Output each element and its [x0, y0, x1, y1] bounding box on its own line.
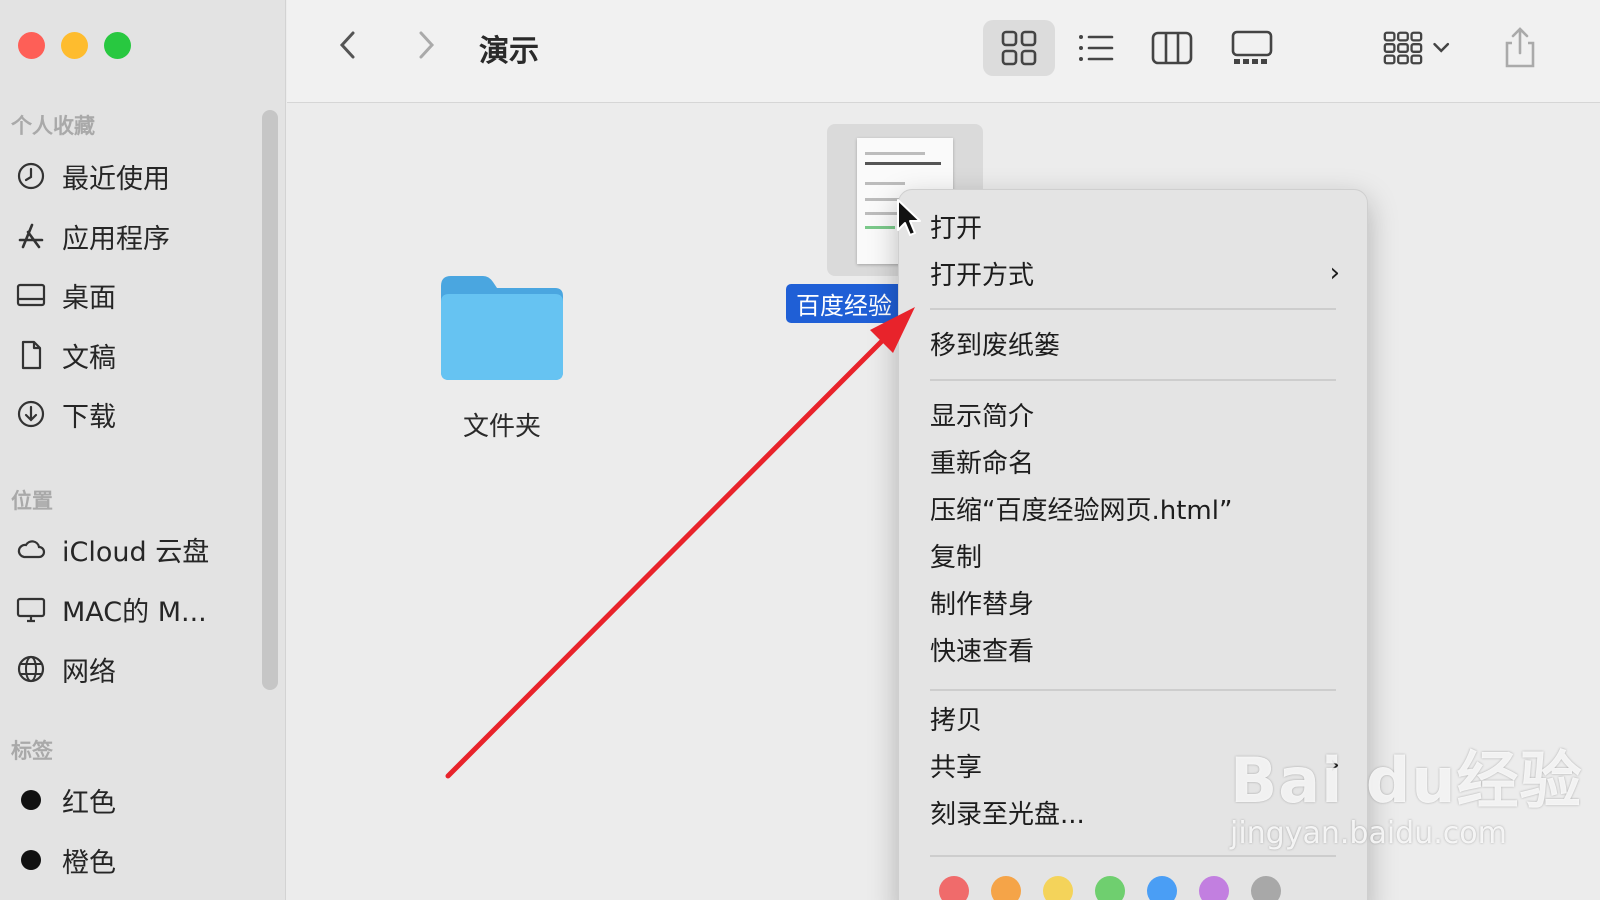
menu-separator — [930, 379, 1336, 381]
clock-icon — [14, 159, 48, 193]
cloud-icon — [14, 532, 48, 566]
menu-item-rename[interactable]: 重新命名 — [930, 441, 1034, 481]
tag-dot-icon — [14, 843, 48, 877]
sidebar-item-label: 应用程序 — [62, 223, 170, 255]
mouse-cursor-icon — [897, 199, 921, 236]
download-icon — [14, 397, 48, 431]
sidebar-section-favorites: 个人收藏 — [11, 114, 95, 138]
sidebar-item-label: 红色 — [62, 787, 116, 819]
window-controls — [18, 32, 131, 59]
globe-icon — [14, 652, 48, 686]
tag-dot-icon — [14, 783, 48, 817]
menu-item-open[interactable]: 打开 — [930, 206, 982, 246]
menu-item-make-alias[interactable]: 制作替身 — [930, 582, 1034, 622]
zoom-window-button[interactable] — [104, 32, 131, 59]
menu-item-quick-look[interactable]: 快速查看 — [930, 629, 1034, 669]
sidebar-item-icloud[interactable]: iCloud 云盘 — [14, 526, 209, 572]
menu-item-move-to-trash[interactable]: 移到废纸篓 — [930, 323, 1060, 363]
gallery-view-button[interactable] — [1219, 20, 1285, 76]
sidebar-item-computer[interactable]: MAC的 M... — [14, 586, 207, 632]
sidebar-item-label: 桌面 — [62, 282, 116, 314]
menu-tag-gray[interactable] — [1251, 876, 1281, 900]
window-title: 演示 — [479, 34, 539, 69]
sidebar-item-desktop[interactable]: 桌面 — [14, 272, 116, 318]
toolbar: 演示 — [287, 0, 1600, 103]
sidebar-item-label: 文稿 — [62, 342, 116, 374]
sidebar-item-tag-orange[interactable]: 橙色 — [14, 837, 116, 883]
menu-item-duplicate[interactable]: 复制 — [930, 535, 982, 575]
grid-view-icon — [1001, 30, 1037, 66]
menu-item-compress[interactable]: 压缩“百度经验网页.html” — [930, 488, 1232, 528]
forward-button[interactable] — [405, 24, 447, 66]
list-view-button[interactable] — [1065, 20, 1127, 76]
menu-item-burn-to-disc[interactable]: 刻录至光盘... — [930, 792, 1085, 832]
folder-item[interactable] — [437, 272, 567, 382]
menu-item-open-with[interactable]: 打开方式 › — [930, 253, 1340, 293]
sidebar-item-recents[interactable]: 最近使用 — [14, 153, 170, 199]
close-window-button[interactable] — [18, 32, 45, 59]
sidebar-scrollbar[interactable] — [262, 110, 278, 690]
sidebar-item-network[interactable]: 网络 — [14, 646, 116, 692]
chevron-right-icon — [419, 31, 435, 59]
sidebar-item-tag-red[interactable]: 红色 — [14, 777, 116, 823]
menu-item-get-info[interactable]: 显示简介 — [930, 394, 1034, 434]
folder-icon — [441, 276, 563, 380]
watermark-logo-text: Bai du经验 — [1230, 744, 1583, 817]
list-view-icon — [1079, 35, 1114, 61]
share-icon — [1505, 27, 1535, 68]
chevron-left-icon — [339, 31, 355, 59]
desktop-icon — [14, 278, 48, 312]
gallery-view-icon — [1231, 30, 1273, 64]
menu-tag-orange[interactable] — [991, 876, 1021, 900]
share-button[interactable] — [1495, 20, 1545, 76]
sidebar-item-downloads[interactable]: 下载 — [14, 391, 116, 437]
back-button[interactable] — [327, 24, 369, 66]
computer-icon — [14, 592, 48, 626]
menu-separator — [930, 855, 1336, 857]
menu-tag-green[interactable] — [1095, 876, 1125, 900]
columns-view-icon — [1151, 31, 1193, 65]
sidebar-item-label: MAC的 M... — [62, 596, 207, 628]
sidebar-item-label: 网络 — [62, 656, 116, 688]
sidebar-item-label: 橙色 — [62, 847, 116, 879]
sidebar-section-tags: 标签 — [11, 739, 53, 763]
html-file-label[interactable]: 百度经验 — [786, 284, 912, 323]
group-by-button[interactable] — [1379, 20, 1469, 76]
sidebar-item-label: 最近使用 — [62, 163, 170, 195]
sidebar: 个人收藏 最近使用 应用程序 桌面 文稿 下载 位置 iCloud 云盘 MAC… — [0, 0, 286, 900]
sidebar-item-label: iCloud 云盘 — [62, 536, 210, 568]
menu-item-copy[interactable]: 拷贝 — [930, 698, 982, 738]
sidebar-section-locations: 位置 — [11, 489, 53, 513]
applications-icon — [14, 219, 48, 253]
sidebar-item-applications[interactable]: 应用程序 — [14, 213, 170, 259]
sidebar-item-label: 下载 — [62, 401, 116, 433]
document-icon — [14, 338, 48, 372]
chevron-right-icon: › — [1329, 258, 1340, 288]
minimize-window-button[interactable] — [61, 32, 88, 59]
sidebar-item-documents[interactable]: 文稿 — [14, 332, 116, 378]
menu-tag-yellow[interactable] — [1043, 876, 1073, 900]
menu-tag-purple[interactable] — [1199, 876, 1229, 900]
menu-separator — [930, 308, 1336, 310]
folder-label: 文件夹 — [462, 412, 541, 442]
icon-view-button[interactable] — [983, 20, 1055, 76]
group-grid-icon — [1383, 31, 1450, 65]
column-view-button[interactable] — [1139, 20, 1205, 76]
baidu-watermark: Bai du经验 jingyan.baidu.com — [1230, 730, 1582, 851]
watermark-url: jingyan.baidu.com — [1230, 816, 1507, 851]
menu-tag-blue[interactable] — [1147, 876, 1177, 900]
menu-separator — [930, 689, 1336, 691]
menu-tag-red[interactable] — [939, 876, 969, 900]
